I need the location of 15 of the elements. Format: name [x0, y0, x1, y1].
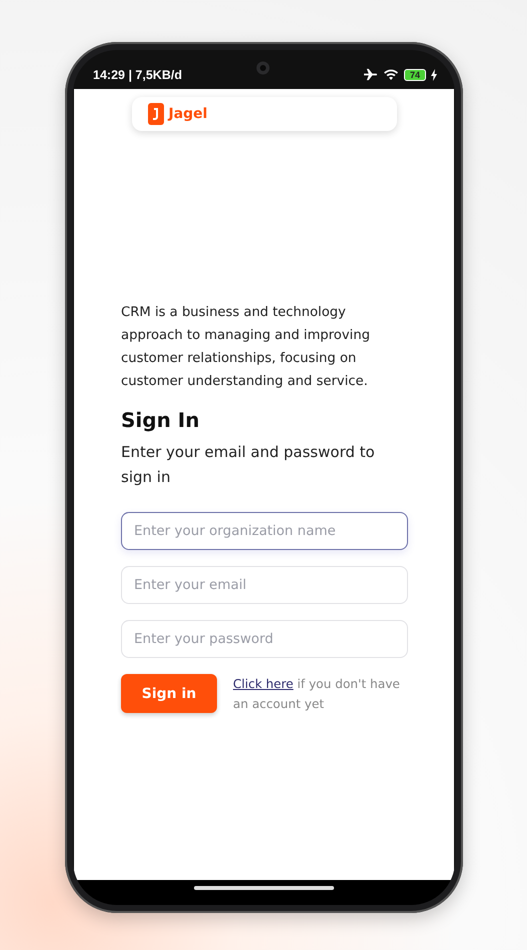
logo-name: Jagel [168, 106, 208, 122]
charging-icon [431, 68, 437, 80]
click-here-link[interactable]: Click here [233, 677, 294, 691]
airplane-icon [362, 68, 378, 81]
sign-in-subtitle: Enter your email and password to sign in [121, 442, 376, 488]
home-indicator[interactable] [194, 886, 334, 890]
intro-text: CRM is a business and technology approach to managing and improving customer relationships, focusing on customer understanding and service. [121, 304, 371, 391]
camera-icon [256, 61, 270, 75]
wifi-icon [382, 68, 399, 81]
signup-note: Click here if you don't have an account yet [233, 676, 401, 713]
input-field[interactable]: Enter your organization name [121, 512, 408, 550]
status-time: 14:29 | 7,5KB/d [93, 68, 182, 82]
sign-in-title: Sign In [121, 408, 200, 432]
battery-level: 74 [404, 68, 426, 80]
logo-mark-icon [148, 103, 164, 125]
